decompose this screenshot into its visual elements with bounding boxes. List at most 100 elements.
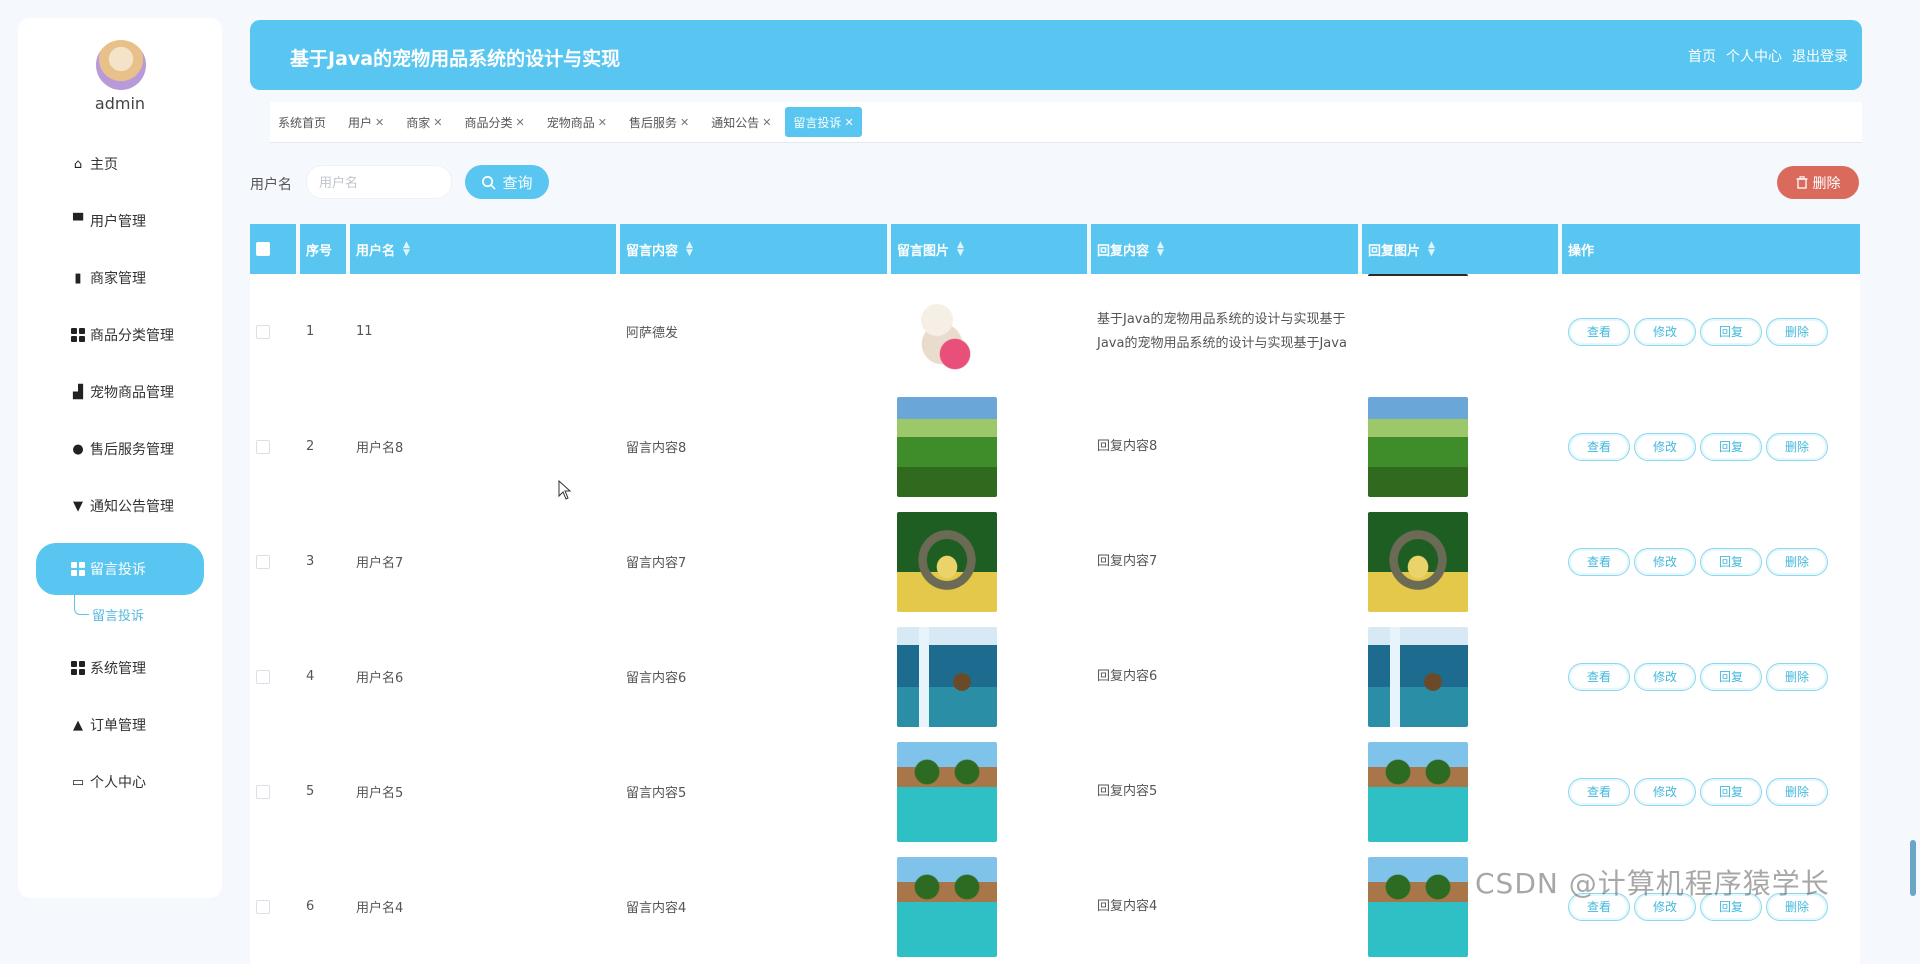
table-row[interactable]: 3 用户名7 留言内容7 回复内容7 查看 修改 回复 删除 [250, 504, 1860, 619]
sidebar-item-categories[interactable]: 商品分类管理 [18, 315, 222, 355]
close-icon[interactable]: ✕ [762, 116, 771, 129]
row-delete-button[interactable]: 删除 [1766, 662, 1828, 691]
reply-button[interactable]: 回复 [1700, 432, 1762, 461]
sort-icon[interactable]: ▲ ▼ [1157, 241, 1164, 258]
search-input[interactable] [306, 165, 452, 199]
close-icon[interactable]: ✕ [680, 116, 689, 129]
edit-button[interactable]: 修改 [1634, 777, 1696, 806]
row-select[interactable] [250, 274, 296, 389]
row-select[interactable] [250, 504, 296, 619]
sort-icon[interactable]: ▲ ▼ [957, 241, 964, 258]
tab-messages[interactable]: 留言投诉 ✕ [785, 107, 862, 137]
close-icon[interactable]: ✕ [516, 116, 525, 129]
row-delete-button[interactable]: 删除 [1766, 547, 1828, 576]
sidebar-item-messages[interactable]: 留言投诉 [36, 543, 204, 595]
sidebar-item-notices[interactable]: ▼ 通知公告管理 [18, 486, 222, 526]
sidebar-subitem-messages[interactable]: 留言投诉 [18, 594, 222, 626]
sidebar-item-merchants[interactable]: ▮ 商家管理 [18, 258, 222, 298]
header-select-all[interactable] [250, 224, 296, 274]
close-icon[interactable]: ✕ [433, 116, 442, 129]
column-header[interactable]: 用户名 ▲ ▼ [350, 224, 616, 274]
edit-button[interactable]: 修改 [1634, 432, 1696, 461]
sidebar-item-profile[interactable]: ▭ 个人中心 [18, 762, 222, 802]
sidebar-item-users[interactable]: ▀ 用户管理 [18, 201, 222, 241]
sidebar-item-system[interactable]: 系统管理 [18, 648, 222, 688]
reply-image[interactable] [1368, 856, 1468, 957]
tab-categories[interactable]: 商品分类 ✕ [456, 107, 532, 137]
sidebar-item-after-sales[interactable]: ● 售后服务管理 [18, 429, 222, 469]
row-checkbox[interactable] [256, 784, 270, 799]
reply-button[interactable]: 回复 [1700, 547, 1762, 576]
view-button[interactable]: 查看 [1568, 662, 1630, 691]
row-delete-button[interactable]: 删除 [1766, 432, 1828, 461]
cell-reply-image [1362, 504, 1558, 619]
row-select[interactable] [250, 389, 296, 504]
avatar[interactable] [96, 40, 146, 90]
close-icon[interactable]: ✕ [375, 116, 384, 129]
sidebar-item-orders[interactable]: ▲ 订单管理 [18, 705, 222, 745]
column-header[interactable]: 留言图片 ▲ ▼ [891, 224, 1087, 274]
reply-image[interactable] [1368, 274, 1468, 374]
message-image[interactable] [897, 281, 997, 382]
tab-pet-goods[interactable]: 宠物商品 ✕ [539, 107, 615, 137]
close-icon[interactable]: ✕ [598, 116, 607, 129]
row-checkbox[interactable] [256, 899, 270, 914]
view-button[interactable]: 查看 [1568, 547, 1630, 576]
row-delete-button[interactable]: 删除 [1766, 777, 1828, 806]
reply-button[interactable]: 回复 [1700, 662, 1762, 691]
sort-icon[interactable]: ▲ ▼ [686, 241, 693, 258]
cell-reply: 回复内容7 [1091, 504, 1358, 619]
tab-after-sales[interactable]: 售后服务 ✕ [621, 107, 697, 137]
table-row[interactable]: 4 用户名6 留言内容6 回复内容6 查看 修改 回复 删除 [250, 619, 1860, 734]
table-row[interactable]: 5 用户名5 留言内容5 回复内容5 查看 修改 回复 删除 [250, 734, 1860, 849]
cell-message-image [891, 734, 1087, 849]
column-header[interactable]: 回复图片 ▲ ▼ [1362, 224, 1558, 274]
sidebar-item-pet-goods[interactable]: ▟ 宠物商品管理 [18, 372, 222, 412]
reply-image[interactable] [1368, 511, 1468, 612]
edit-button[interactable]: 修改 [1634, 662, 1696, 691]
edit-button[interactable]: 修改 [1634, 547, 1696, 576]
reply-button[interactable]: 回复 [1700, 777, 1762, 806]
header-link-profile[interactable]: 个人中心 [1726, 46, 1782, 66]
row-checkbox[interactable] [256, 554, 270, 569]
view-button[interactable]: 查看 [1568, 317, 1630, 346]
view-button[interactable]: 查看 [1568, 777, 1630, 806]
reply-button[interactable]: 回复 [1700, 317, 1762, 346]
cell-reply: 回复内容6 [1091, 619, 1358, 734]
column-header[interactable]: 留言内容 ▲ ▼ [620, 224, 887, 274]
message-image[interactable] [897, 396, 997, 497]
row-select[interactable] [250, 619, 296, 734]
sort-icon[interactable]: ▲ ▼ [403, 241, 410, 258]
tab-merchants[interactable]: 商家 ✕ [398, 107, 450, 137]
tab-notices[interactable]: 通知公告 ✕ [703, 107, 779, 137]
select-all-checkbox[interactable] [256, 242, 270, 256]
reply-image[interactable] [1368, 741, 1468, 842]
table-row[interactable]: 1 11 阿萨德发 基于Java的宠物用品系统的设计与实现基于Java的宠物用品… [250, 274, 1860, 389]
sidebar-item-home[interactable]: ⌂ 主页 [18, 144, 222, 184]
row-checkbox[interactable] [256, 439, 270, 454]
close-icon[interactable]: ✕ [844, 116, 853, 129]
column-header[interactable]: 回复内容 ▲ ▼ [1091, 224, 1358, 274]
row-select[interactable] [250, 734, 296, 849]
table-row[interactable]: 2 用户名8 留言内容8 回复内容8 查看 修改 回复 删除 [250, 389, 1860, 504]
message-image[interactable] [897, 626, 997, 727]
row-checkbox[interactable] [256, 324, 270, 339]
reply-image[interactable] [1368, 626, 1468, 727]
row-select[interactable] [250, 849, 296, 964]
tab-users[interactable]: 用户 ✕ [340, 107, 392, 137]
scrollbar[interactable] [1910, 840, 1916, 896]
query-button[interactable]: 查询 [465, 165, 549, 199]
reply-image[interactable] [1368, 396, 1468, 497]
header-link-home[interactable]: 首页 [1688, 46, 1716, 66]
tab-system-home[interactable]: 系统首页 [270, 107, 334, 137]
message-image[interactable] [897, 741, 997, 842]
sort-icon[interactable]: ▲ ▼ [1428, 241, 1435, 258]
message-image[interactable] [897, 856, 997, 957]
row-checkbox[interactable] [256, 669, 270, 684]
batch-delete-button[interactable]: 删除 [1777, 166, 1859, 199]
header-link-logout[interactable]: 退出登录 [1792, 46, 1848, 66]
edit-button[interactable]: 修改 [1634, 317, 1696, 346]
message-image[interactable] [897, 511, 997, 612]
view-button[interactable]: 查看 [1568, 432, 1630, 461]
row-delete-button[interactable]: 删除 [1766, 317, 1828, 346]
